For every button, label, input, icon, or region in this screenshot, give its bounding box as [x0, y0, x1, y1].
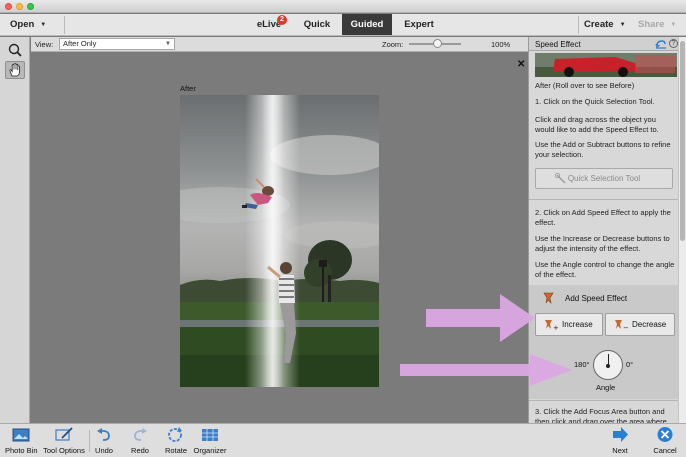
angle-180-label: 180°	[574, 360, 590, 369]
angle-center	[606, 364, 610, 368]
panel-scrollbar[interactable]	[678, 37, 686, 423]
tools-panel	[0, 37, 30, 423]
window-titlebar	[0, 0, 686, 13]
photo-bin-icon	[12, 428, 30, 442]
add-speed-effect-button[interactable]: Add Speed Effect	[543, 292, 653, 306]
undo-label: Undo	[95, 446, 113, 455]
speed-increase-icon: +	[545, 320, 558, 331]
decrease-button[interactable]: − Decrease	[605, 313, 675, 336]
divider	[64, 16, 65, 34]
undo-icon	[97, 428, 110, 441]
zoom-value: 100%	[491, 40, 511, 49]
step1-refine: Use the Add or Subtract buttons to refin…	[535, 140, 671, 159]
organizer-button[interactable]: Organizer	[192, 426, 228, 457]
view-label: View:	[35, 40, 54, 49]
speed-effect-icon	[543, 292, 554, 304]
zoom-tool[interactable]	[5, 41, 25, 59]
panel-header: Speed Effect ?	[529, 37, 678, 51]
angle-label: Angle	[596, 383, 616, 392]
rotate-button[interactable]: Rotate	[160, 426, 192, 457]
tab-quick[interactable]: Quick	[296, 14, 338, 35]
before-after-thumbnail[interactable]	[535, 53, 677, 77]
share-button[interactable]: Share ▼	[638, 19, 676, 30]
tool-options-icon	[55, 427, 73, 441]
increase-label: Increase	[562, 320, 593, 329]
view-select[interactable]: After Only ▼	[59, 38, 175, 50]
photo-bin-button[interactable]: Photo Bin	[5, 426, 38, 457]
angle-dial[interactable]	[593, 350, 623, 380]
zoom-window-button[interactable]	[27, 3, 34, 10]
tool-options-button[interactable]: Tool Options	[42, 426, 86, 457]
svg-text:+: +	[553, 324, 558, 331]
minimize-window-button[interactable]	[16, 3, 23, 10]
step2-intensity: Use the Increase or Decrease buttons to …	[535, 234, 670, 253]
cancel-icon	[657, 427, 673, 442]
increase-button[interactable]: + Increase	[535, 313, 603, 336]
organizer-label: Organizer	[193, 446, 227, 455]
redo-icon	[134, 428, 147, 441]
rotate-icon	[168, 427, 182, 442]
zoom-slider-thumb[interactable]	[433, 39, 442, 48]
quick-selection-label: Quick Selection Tool	[567, 174, 641, 183]
angle-0-label: 0°	[626, 360, 634, 369]
view-select-value: After Only	[63, 39, 97, 48]
chevron-down-icon: ▼	[40, 22, 47, 28]
hand-icon	[9, 63, 20, 77]
organizer-icon	[202, 429, 218, 441]
chevron-down-icon: ▼	[619, 22, 626, 28]
create-button[interactable]: Create ▼	[584, 19, 626, 30]
next-arrow-icon	[613, 427, 628, 442]
reset-icon[interactable]	[655, 39, 667, 49]
step1-heading: 1. Click on the Quick Selection Tool.	[535, 97, 655, 106]
panel-scroll-thumb[interactable]	[680, 41, 685, 241]
image-canvas[interactable]: After ✕	[31, 53, 528, 423]
cancel-button[interactable]: Cancel	[650, 426, 680, 457]
divider	[529, 400, 678, 401]
tab-expert[interactable]: Expert	[396, 14, 442, 35]
decrease-label: Decrease	[632, 320, 667, 329]
photo-bin-label: Photo Bin	[5, 446, 38, 455]
quick-selection-tool-button[interactable]: Quick Selection Tool	[535, 168, 673, 189]
edited-photo[interactable]	[180, 95, 379, 387]
step1-detail: Click and drag across the object you wou…	[535, 115, 659, 134]
tab-guided[interactable]: Guided	[342, 14, 392, 35]
mode-bar: Open ▼ eLive 2 Quick Guided Expert Create…	[0, 14, 686, 36]
magnifier-icon	[8, 43, 22, 57]
cancel-label: Cancel	[653, 446, 677, 455]
after-label: After	[180, 84, 196, 93]
divider	[89, 430, 90, 452]
speed-decrease-icon: −	[615, 320, 628, 331]
redo-button[interactable]: Redo	[128, 426, 152, 457]
step2-angle: Use the Angle control to change the angl…	[535, 260, 675, 279]
close-window-button[interactable]	[5, 3, 12, 10]
quick-selection-icon	[554, 173, 566, 184]
guided-edit-panel: Speed Effect ? After (Roll over to see B…	[528, 37, 678, 423]
add-speed-effect-label: Add Speed Effect	[565, 294, 628, 303]
close-icon[interactable]: ✕	[517, 59, 525, 70]
help-icon[interactable]: ?	[669, 39, 678, 48]
next-button[interactable]: Next	[606, 426, 634, 457]
svg-text:−: −	[623, 324, 628, 331]
next-label: Next	[612, 446, 628, 455]
chevron-down-icon: ▼	[165, 41, 171, 47]
bottom-taskbar: Photo Bin Tool Options Undo Redo Rotate	[0, 423, 686, 457]
redo-label: Redo	[131, 446, 149, 455]
divider	[529, 199, 678, 200]
zoom-label: Zoom:	[382, 40, 404, 49]
rotate-label: Rotate	[164, 446, 188, 455]
elive-notification-badge: 2	[277, 15, 287, 25]
open-button[interactable]: Open ▼	[10, 19, 46, 30]
roll-over-hint: After (Roll over to see Before)	[535, 81, 635, 90]
view-options-bar: View: After Only ▼ Zoom: 100%	[31, 37, 528, 52]
divider	[578, 16, 579, 34]
chevron-down-icon: ▼	[670, 22, 677, 28]
panel-title: Speed Effect	[535, 40, 581, 49]
tool-options-label: Tool Options	[43, 446, 85, 455]
photo-illustration	[180, 95, 379, 387]
hand-tool[interactable]	[5, 61, 25, 79]
step3-heading: 3. Click the Add Focus Area button and t…	[535, 407, 667, 423]
car-thumbnail	[535, 53, 677, 77]
step2-heading: 2. Click on Add Speed Effect to apply th…	[535, 208, 671, 227]
undo-button[interactable]: Undo	[92, 426, 116, 457]
